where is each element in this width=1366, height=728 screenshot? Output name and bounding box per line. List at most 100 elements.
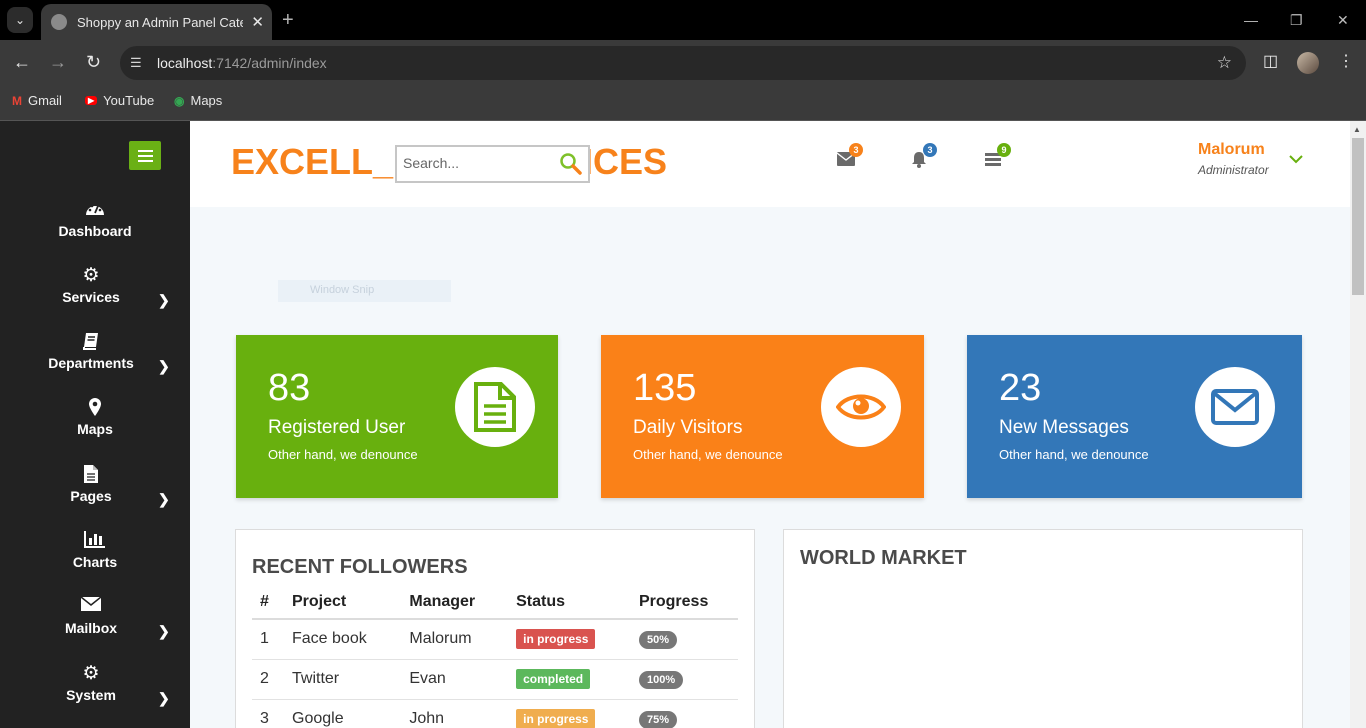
sidebar-item-label: Mailbox — [64, 620, 118, 636]
column-header: Progress — [626, 586, 738, 620]
new-tab-button[interactable]: + — [282, 8, 294, 32]
sidebar-item-label: System — [66, 687, 116, 703]
stat-subtext: Other hand, we denounce — [633, 447, 783, 462]
panel-title: RECENT FOLLOWERS — [252, 556, 468, 578]
book-icon — [0, 331, 182, 357]
sidebar-item-label: Charts — [72, 554, 118, 570]
sidebar-item-label: Departments — [48, 355, 134, 371]
eye-icon — [821, 367, 901, 447]
hamburger-menu-button[interactable] — [129, 141, 161, 170]
recent-followers-panel: RECENT FOLLOWERS # Project Manager Statu… — [235, 529, 755, 728]
tab-search-button[interactable]: ⌄ — [7, 7, 33, 33]
dashboard-icon — [0, 199, 190, 225]
table-row: 1 Face book Malorum in progress 50% — [252, 619, 738, 660]
world-market-panel: WORLD MARKET — [783, 529, 1303, 728]
chevron-right-icon: ❯ — [158, 358, 170, 374]
progress-badge: 75% — [638, 710, 678, 728]
followers-table: # Project Manager Status Progress 1 Face… — [252, 586, 738, 728]
stat-card-new-messages: 23 New Messages Other hand, we denounce — [967, 335, 1302, 498]
user-role: Administrator — [1198, 163, 1269, 177]
table-row: 3 Google John in progress 75% — [252, 699, 738, 728]
sidebar-item-pages[interactable]: Pages ❯ — [0, 464, 190, 524]
progress-badge: 100% — [638, 670, 684, 689]
progress-badge: 50% — [638, 630, 678, 649]
chevron-right-icon: ❯ — [158, 690, 170, 706]
row-number: 3 — [252, 699, 280, 728]
url-text[interactable]: localhost:7142/admin/index — [157, 55, 327, 71]
progress-cell: 50% — [626, 619, 738, 660]
minimize-icon[interactable]: — — [1244, 10, 1258, 30]
status-cell: in progress — [504, 619, 627, 660]
mail-notifications[interactable]: 3 — [836, 143, 863, 173]
sidebar-item-departments[interactable]: Departments ❯ — [0, 331, 190, 391]
search-input[interactable] — [403, 155, 553, 171]
tasks-count-badge: 9 — [997, 143, 1011, 157]
address-bar[interactable]: ☰ localhost:7142/admin/index ☆ — [120, 46, 1246, 80]
sidebar-item-label: Dashboard — [58, 223, 132, 239]
project-cell: Google — [280, 699, 398, 728]
chevron-down-icon[interactable] — [1288, 151, 1304, 167]
user-name[interactable]: Malorum — [1198, 141, 1265, 159]
bookmark-maps[interactable]: ◉ Maps — [174, 93, 222, 108]
alert-notifications[interactable]: 3 — [911, 143, 937, 173]
window-snip-overlay: Window Snip — [278, 280, 451, 302]
site-settings-icon[interactable]: ☰ — [130, 55, 142, 71]
column-header: Manager — [397, 586, 505, 620]
manager-cell: Evan — [397, 659, 505, 700]
sidebar-item-charts[interactable]: Charts — [0, 530, 190, 590]
side-panel-icon[interactable]: ◫ — [1263, 52, 1278, 72]
sidebar-item-label: Pages — [70, 488, 112, 504]
sidebar: Dashboard ⚙ Services ❯ Departments ❯ Map… — [0, 121, 190, 728]
column-header: # — [252, 586, 280, 620]
chevron-right-icon: ❯ — [158, 623, 170, 639]
progress-cell: 75% — [626, 699, 738, 728]
status-badge: in progress — [516, 709, 596, 728]
stat-subtext: Other hand, we denounce — [999, 447, 1149, 462]
row-number: 1 — [252, 619, 280, 660]
sidebar-item-services[interactable]: ⚙ Services ❯ — [0, 265, 190, 325]
stat-card-registered-users: 83 Registered User Other hand, we denoun… — [236, 335, 558, 498]
row-number: 2 — [252, 659, 280, 700]
project-cell: Twitter — [280, 659, 398, 700]
reload-icon[interactable]: ↻ — [86, 52, 101, 72]
gear-icon: ⚙ — [82, 663, 100, 684]
stat-subtext: Other hand, we denounce — [268, 447, 418, 462]
forward-icon[interactable]: → — [49, 52, 67, 72]
status-cell: in progress — [504, 699, 627, 728]
back-icon[interactable]: ← — [13, 52, 31, 72]
browser-tab-active[interactable]: Shoppy an Admin Panel Catego ✕ — [41, 4, 272, 40]
bookmark-gmail[interactable]: M Gmail — [12, 93, 62, 108]
bar-chart-icon — [0, 530, 190, 554]
restore-icon[interactable]: ❐ — [1290, 10, 1303, 30]
more-menu-icon[interactable]: ⋮ — [1338, 52, 1354, 72]
task-notifications[interactable]: 9 — [985, 143, 1011, 173]
stat-value: 23 — [999, 367, 1042, 409]
youtube-icon: ▶ — [85, 96, 98, 105]
status-badge: in progress — [516, 629, 596, 650]
table-row: 2 Twitter Evan completed 100% — [252, 659, 738, 700]
stat-label: Registered User — [268, 417, 406, 438]
window-close-icon[interactable]: ✕ — [1337, 10, 1349, 30]
tab-close-icon[interactable]: ✕ — [251, 13, 264, 31]
stat-label: Daily Visitors — [633, 417, 743, 438]
panel-title: WORLD MARKET — [800, 547, 967, 569]
status-badge: completed — [516, 669, 591, 689]
scroll-up-icon[interactable]: ▲ — [1353, 125, 1361, 134]
file-icon — [0, 464, 182, 490]
profile-avatar[interactable] — [1297, 52, 1319, 74]
sidebar-item-dashboard[interactable]: Dashboard — [0, 199, 190, 259]
scrollbar-thumb[interactable] — [1352, 138, 1364, 295]
sidebar-item-mailbox[interactable]: Mailbox ❯ — [0, 596, 190, 656]
manager-cell: Malorum — [397, 619, 505, 660]
bookmark-star-icon[interactable]: ☆ — [1217, 53, 1232, 73]
bookmark-youtube[interactable]: ▶ YouTube — [85, 93, 154, 108]
stat-label: New Messages — [999, 417, 1129, 438]
cogs-icon: ⚙ — [82, 265, 100, 286]
sidebar-item-label: Services — [62, 289, 120, 305]
sidebar-item-maps[interactable]: Maps — [0, 397, 190, 457]
search-icon[interactable] — [558, 151, 584, 177]
sidebar-item-system[interactable]: ⚙ System ❯ — [0, 663, 190, 723]
progress-cell: 100% — [626, 659, 738, 700]
document-icon — [455, 367, 535, 447]
status-cell: completed — [504, 659, 627, 700]
